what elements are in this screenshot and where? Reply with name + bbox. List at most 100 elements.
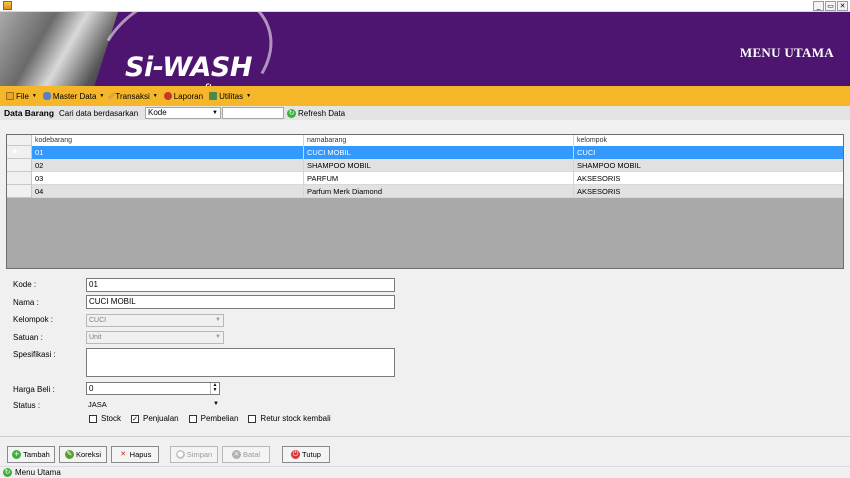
menu-utilitas[interactable]: Utilitas ▼: [209, 92, 251, 101]
table-row[interactable]: ▶ 01 CUCI MOBIL CUCI: [7, 146, 843, 159]
cell-kelompok[interactable]: AKSESORIS: [574, 172, 843, 184]
search-field-select[interactable]: Kode ▼: [145, 107, 221, 119]
row-selector[interactable]: [7, 185, 32, 198]
cell-kelompok[interactable]: SHAMPOO MOBIL: [574, 159, 843, 171]
chevron-down-icon: ▼: [152, 93, 158, 99]
chevron-down-icon: ▼: [246, 93, 252, 99]
kelompok-select[interactable]: CUCI ▼: [86, 314, 224, 327]
tools-icon: [209, 92, 218, 100]
satuan-select[interactable]: Unit ▼: [86, 331, 224, 344]
cell-namabarang[interactable]: PARFUM: [304, 172, 574, 184]
cell-kodebarang[interactable]: 04: [32, 185, 304, 197]
cell-kelompok[interactable]: CUCI: [574, 146, 843, 159]
row-selector-icon[interactable]: ▶: [7, 146, 32, 159]
spesifikasi-field[interactable]: [86, 348, 395, 377]
satuan-value: Unit: [89, 334, 102, 341]
cell-kodebarang[interactable]: 02: [32, 159, 304, 171]
harga-beli-stepper[interactable]: 0 ▲ ▼: [86, 382, 220, 395]
menu-transaksi[interactable]: Transaksi ▼: [107, 91, 158, 101]
cell-kodebarang[interactable]: 01: [32, 146, 304, 159]
page-title: MENU UTAMA: [739, 45, 834, 60]
window-titlebar: _ ▭ ✕: [0, 0, 850, 12]
checkbox-empty-icon: [89, 414, 97, 423]
retur-stock-checkbox[interactable]: Retur stock kembali: [248, 414, 331, 423]
nama-field[interactable]: CUCI MOBIL: [86, 295, 395, 309]
menu-master-data-label: Master Data: [52, 91, 97, 101]
menu-utilitas-label: Utilitas: [219, 91, 244, 101]
nama-label: Nama :: [13, 298, 39, 307]
hapus-button[interactable]: ✕ Hapus: [111, 446, 159, 463]
simpan-button[interactable]: ● Simpan: [170, 446, 218, 463]
harga-beli-value: 0: [89, 384, 94, 393]
search-by-label: Cari data berdasarkan: [59, 108, 139, 118]
satuan-label: Satuan :: [13, 333, 43, 342]
tambah-button[interactable]: + Tambah: [7, 446, 55, 463]
table-row[interactable]: 03 PARFUM AKSESORIS: [7, 172, 843, 185]
stepper-arrows-icon[interactable]: ▲ ▼: [210, 383, 219, 394]
status-value: JASA: [88, 400, 107, 409]
app-icon: [3, 1, 12, 10]
hapus-label: Hapus: [129, 450, 152, 459]
search-input[interactable]: [222, 107, 284, 119]
status-select[interactable]: JASA ▼: [86, 399, 220, 411]
penjualan-checkbox[interactable]: ✓ Penjualan: [131, 414, 179, 423]
cell-kodebarang[interactable]: 03: [32, 172, 304, 184]
menu-bar: File ▼ Master Data ▼ Transaksi ▼ Laporan Ut…: [0, 86, 850, 106]
table-row[interactable]: 04 Parfum Merk Diamond AKSESORIS: [7, 185, 843, 198]
refresh-data-label: Refresh Data: [298, 108, 346, 118]
chevron-down-icon: ▼: [213, 401, 219, 407]
restore-button[interactable]: ▭: [825, 1, 836, 11]
kelompok-value: CUCI: [89, 317, 107, 324]
row-header-corner: [7, 135, 32, 146]
menu-file[interactable]: File ▼: [6, 92, 37, 101]
menu-transaksi-label: Transaksi: [115, 91, 150, 101]
app-logo: Si-WASH: [125, 52, 252, 83]
status-bar-label[interactable]: Menu Utama: [15, 468, 61, 477]
checkbox-empty-icon: [188, 414, 197, 423]
minimize-button[interactable]: _: [813, 1, 824, 11]
batal-button[interactable]: × Batal: [222, 446, 270, 463]
search-field-value: Kode: [148, 108, 167, 117]
divider: [0, 436, 850, 437]
row-selector[interactable]: [7, 172, 32, 185]
data-grid[interactable]: kodebarang namabarang kelompok ▶ 01 CUCI…: [6, 134, 844, 269]
power-icon: ⏻: [291, 450, 301, 459]
menu-home-icon: ↻: [3, 468, 12, 477]
tutup-button[interactable]: ⏻ Tutup: [282, 446, 330, 463]
table-row[interactable]: 02 SHAMPOO MOBIL SHAMPOO MOBIL: [7, 159, 843, 172]
cell-namabarang[interactable]: Parfum Merk Diamond: [304, 185, 574, 197]
simpan-label: Simpan: [186, 450, 213, 459]
cell-namabarang[interactable]: CUCI MOBIL: [304, 146, 574, 159]
refresh-icon: ↻: [287, 108, 296, 118]
save-icon: ●: [175, 450, 185, 459]
tambah-label: Tambah: [23, 450, 50, 459]
kode-label: Kode :: [13, 280, 37, 289]
menu-laporan-label: Laporan: [173, 91, 204, 101]
status-checkboxes: Stock ✓ Penjualan Pembelian Retur stock …: [89, 414, 331, 423]
search-toolbar: Data Barang Cari data berdasarkan Kode ▼…: [0, 106, 850, 120]
batal-label: Batal: [242, 450, 261, 459]
pembelian-label: Pembelian: [200, 414, 239, 423]
koreksi-button[interactable]: ✎ Koreksi: [59, 446, 107, 463]
menu-file-label: File: [16, 91, 29, 101]
cancel-icon: ×: [231, 450, 241, 459]
cell-namabarang[interactable]: SHAMPOO MOBIL: [304, 159, 574, 171]
cell-kelompok[interactable]: AKSESORIS: [574, 185, 843, 197]
section-title: Data Barang: [4, 108, 55, 118]
spesifikasi-label: Spesifikasi :: [13, 350, 56, 359]
chevron-down-icon: ▼: [215, 334, 221, 340]
kode-field[interactable]: 01: [86, 278, 395, 292]
tutup-label: Tutup: [302, 450, 321, 459]
refresh-data-button[interactable]: ↻ Refresh Data: [287, 108, 346, 118]
stock-checkbox[interactable]: Stock: [89, 414, 121, 423]
chevron-down-icon: ▼: [212, 110, 218, 116]
edit-icon: ✎: [64, 450, 74, 459]
menu-master-data[interactable]: Master Data ▼: [42, 91, 105, 101]
pembelian-checkbox[interactable]: Pembelian: [188, 414, 239, 423]
menu-laporan[interactable]: Laporan: [163, 91, 204, 101]
close-button[interactable]: ✕: [837, 1, 848, 11]
chevron-down-icon: ▼: [99, 93, 105, 99]
window-controls: _ ▭ ✕: [813, 1, 848, 11]
status-label: Status :: [13, 401, 41, 410]
row-selector[interactable]: [7, 159, 32, 172]
